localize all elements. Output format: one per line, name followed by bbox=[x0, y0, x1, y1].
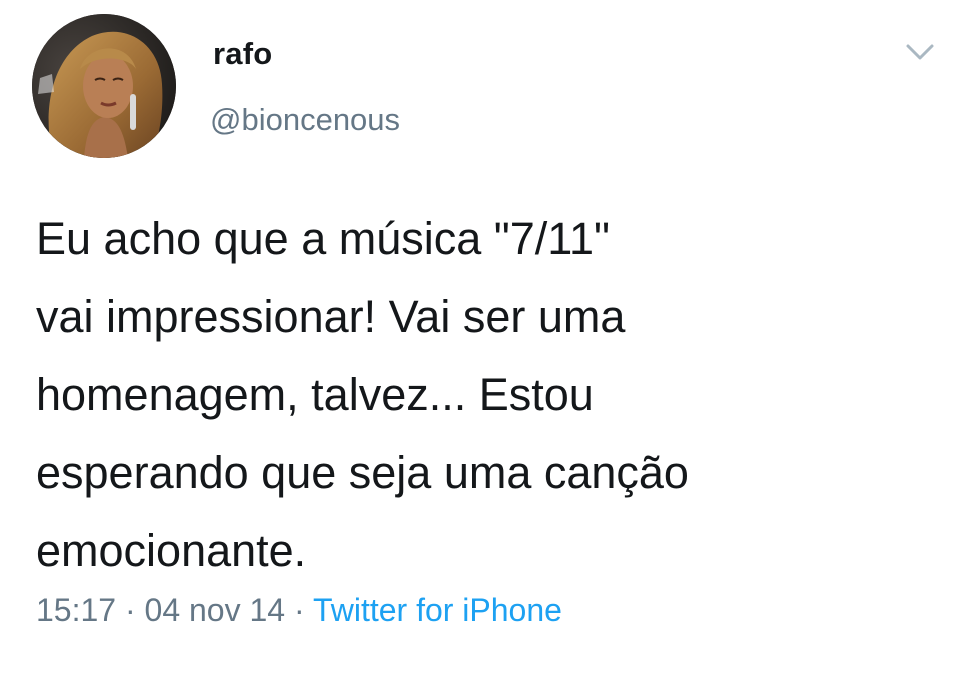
display-name[interactable]: rafo bbox=[213, 36, 272, 72]
chevron-down-icon bbox=[906, 44, 934, 60]
tweet-text: Eu acho que a música "7/11" vai impressi… bbox=[36, 200, 936, 590]
tweet-text-line: Eu acho que a música "7/11" bbox=[36, 213, 610, 264]
tweet-text-line: esperando que seja uma canção bbox=[36, 447, 689, 498]
tweet-date[interactable]: 04 nov 14 bbox=[145, 592, 286, 628]
tweet-text-line: emocionante. bbox=[36, 525, 307, 576]
tweet-text-line: vai impressionar! Vai ser uma bbox=[36, 291, 626, 342]
profile-photo-image bbox=[32, 14, 176, 158]
tweet-card: rafo @bioncenous Eu acho que a música "7… bbox=[0, 0, 968, 674]
tweet-menu-button[interactable] bbox=[900, 38, 940, 68]
tweet-text-line: homenagem, talvez... Estou bbox=[36, 369, 594, 420]
tweet-time[interactable]: 15:17 bbox=[36, 592, 116, 628]
tweet-source-link[interactable]: Twitter for iPhone bbox=[313, 592, 562, 628]
user-handle[interactable]: @bioncenous bbox=[210, 102, 400, 138]
avatar[interactable] bbox=[32, 14, 176, 158]
meta-separator: · bbox=[285, 592, 313, 628]
tweet-meta: 15:17 · 04 nov 14 · Twitter for iPhone bbox=[36, 592, 562, 629]
meta-separator: · bbox=[116, 592, 145, 628]
